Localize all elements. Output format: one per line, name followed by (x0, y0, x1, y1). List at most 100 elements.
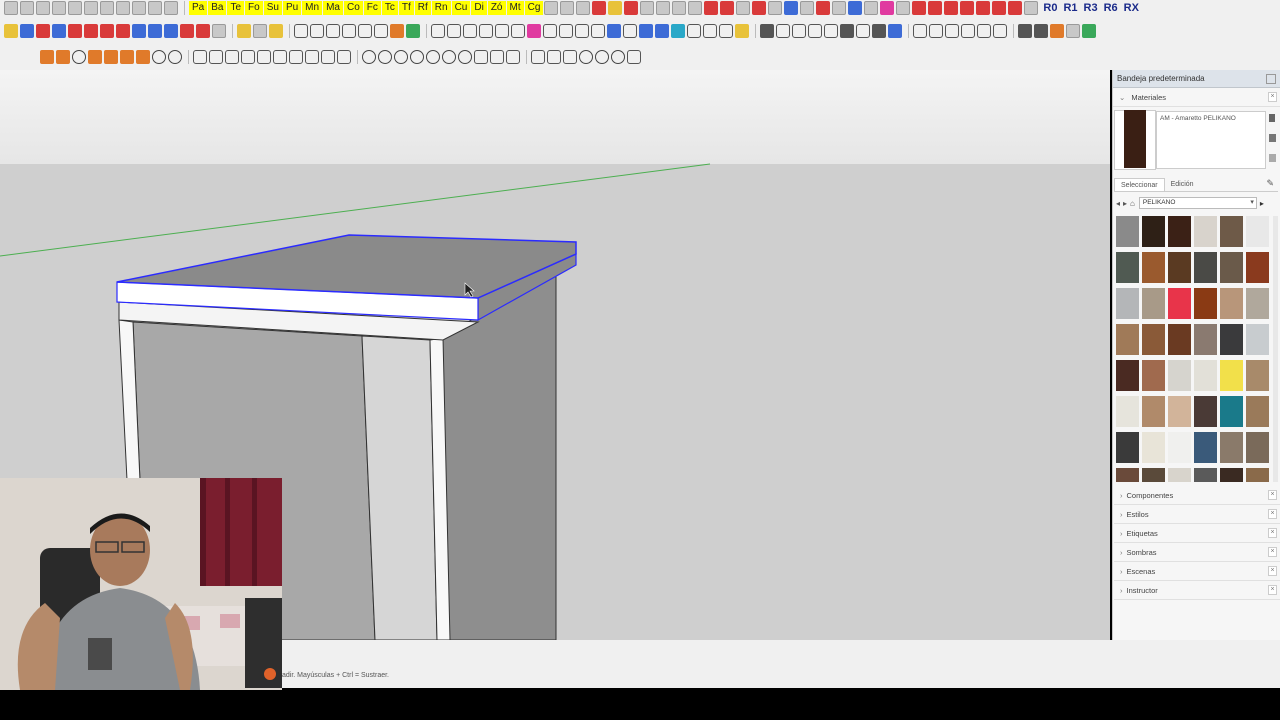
close-icon[interactable]: × (1268, 547, 1277, 557)
view-icon[interactable] (792, 24, 806, 38)
close-icon[interactable]: × (1268, 585, 1277, 595)
toolbar-r-tab-2[interactable]: R3 (1081, 2, 1101, 14)
line-icon[interactable] (52, 24, 66, 38)
red-tool-icon[interactable] (592, 1, 607, 15)
scale-icon[interactable] (196, 24, 210, 38)
door-icon[interactable] (527, 24, 541, 38)
grid-icon[interactable] (1018, 24, 1032, 38)
rotate-tool-icon[interactable] (426, 50, 440, 64)
red-tool-icon[interactable] (816, 1, 831, 15)
red-tool-icon[interactable] (992, 1, 1007, 15)
toolbar-tab-5[interactable]: Pu (282, 1, 302, 15)
axis-tool-icon[interactable] (40, 50, 54, 64)
circle-tool-icon[interactable] (72, 50, 86, 64)
drawer-icon[interactable] (431, 24, 445, 38)
close-icon[interactable]: × (1268, 509, 1277, 519)
yellow-tool-icon[interactable] (735, 24, 749, 38)
toolbar-tab-10[interactable]: Tc (381, 1, 398, 15)
push-pull-icon[interactable] (148, 24, 162, 38)
pan-icon[interactable] (872, 24, 886, 38)
material-swatch[interactable] (1116, 324, 1139, 355)
material-swatch[interactable] (1116, 252, 1139, 283)
material-swatch[interactable] (1142, 360, 1165, 391)
panel-icon[interactable] (310, 24, 324, 38)
close-icon[interactable]: × (1268, 490, 1277, 500)
solid-tool-icon[interactable] (563, 50, 577, 64)
dimension-icon[interactable] (704, 1, 719, 15)
material-icon[interactable] (390, 24, 404, 38)
solid-tool-icon[interactable] (595, 50, 609, 64)
material-swatch[interactable] (1246, 288, 1269, 319)
extension-icon[interactable] (269, 24, 283, 38)
material-swatch[interactable] (1142, 396, 1165, 427)
toolbar-tab-9[interactable]: Fc (363, 1, 381, 15)
material-swatch[interactable] (1142, 324, 1165, 355)
drawer-icon[interactable] (719, 24, 733, 38)
circle-tool-icon[interactable] (152, 50, 166, 64)
material-swatch[interactable] (1116, 288, 1139, 319)
material-swatch[interactable] (1116, 396, 1139, 427)
toolbar-tab-1[interactable]: Ba (208, 1, 227, 15)
orbit-icon[interactable] (840, 24, 854, 38)
material-swatch[interactable] (1220, 396, 1243, 427)
panel-materials-header[interactable]: ⌄ Materiales × (1113, 88, 1280, 107)
view-icon[interactable] (961, 24, 975, 38)
solid-tool-icon[interactable] (547, 50, 561, 64)
reset-icon[interactable] (1269, 154, 1276, 162)
drawer-icon[interactable] (623, 24, 637, 38)
red-tool-icon[interactable] (912, 1, 927, 15)
details-icon[interactable]: ▸ (1260, 199, 1264, 208)
view-icon[interactable] (977, 24, 991, 38)
toolbar-r-tab-4[interactable]: RX (1121, 2, 1142, 14)
box-icon[interactable] (273, 50, 287, 64)
material-swatch[interactable] (1220, 216, 1243, 247)
tool-icon[interactable] (736, 1, 751, 15)
panel-icon[interactable] (374, 24, 388, 38)
create-material-icon[interactable] (1269, 134, 1276, 142)
arc-icon[interactable] (68, 24, 82, 38)
box-icon[interactable] (289, 50, 303, 64)
material-swatch[interactable] (1168, 288, 1191, 319)
toolbar-tab-11[interactable]: Tf (398, 1, 414, 15)
rotate-tool-icon[interactable] (378, 50, 392, 64)
forward-icon[interactable]: ▸ (1123, 199, 1127, 208)
toolbar-tab-14[interactable]: Cu (451, 1, 471, 15)
tool-icon[interactable] (864, 1, 879, 15)
material-swatch[interactable] (1142, 252, 1165, 283)
copy-icon[interactable] (68, 1, 82, 15)
material-swatch[interactable] (1142, 288, 1165, 319)
box-icon[interactable] (474, 50, 488, 64)
toolbar-tab-0[interactable]: Pa (189, 1, 208, 15)
toolbar-tab-12[interactable]: Rf (414, 1, 431, 15)
red-tool-icon[interactable] (624, 1, 639, 15)
material-swatch[interactable] (1194, 324, 1217, 355)
material-swatch[interactable] (1194, 216, 1217, 247)
solid-tool-icon[interactable] (531, 50, 545, 64)
paint-bucket-icon[interactable] (36, 24, 50, 38)
close-icon[interactable]: × (1268, 92, 1277, 102)
panel-icon[interactable] (358, 24, 372, 38)
material-swatch[interactable] (1194, 360, 1217, 391)
box-icon[interactable] (193, 50, 207, 64)
red-tool-icon[interactable] (1008, 1, 1023, 15)
material-swatch[interactable] (1116, 432, 1139, 463)
material-swatch[interactable] (1168, 216, 1191, 247)
toolbar-tab-16[interactable]: Zó (487, 1, 506, 15)
material-swatch[interactable] (1168, 360, 1191, 391)
toolbar-tab-6[interactable]: Mn (302, 1, 323, 15)
red-tool-icon[interactable] (960, 1, 975, 15)
drawer-icon[interactable] (543, 24, 557, 38)
toolbar-tab-17[interactable]: Mt (506, 1, 524, 15)
panel-icon[interactable] (294, 24, 308, 38)
material-swatch[interactable] (1142, 432, 1165, 463)
text-icon[interactable] (544, 1, 559, 15)
material-swatch[interactable] (1194, 252, 1217, 283)
panel-header-componentes[interactable]: › Componentes × (1114, 486, 1280, 505)
material-swatch[interactable] (1246, 324, 1269, 355)
box-icon[interactable] (241, 50, 255, 64)
tool-icon[interactable] (656, 1, 671, 15)
extension-icon[interactable] (237, 24, 251, 38)
tool-icon[interactable] (688, 1, 703, 15)
drawer-icon[interactable] (495, 24, 509, 38)
pin-icon[interactable] (1266, 74, 1276, 84)
